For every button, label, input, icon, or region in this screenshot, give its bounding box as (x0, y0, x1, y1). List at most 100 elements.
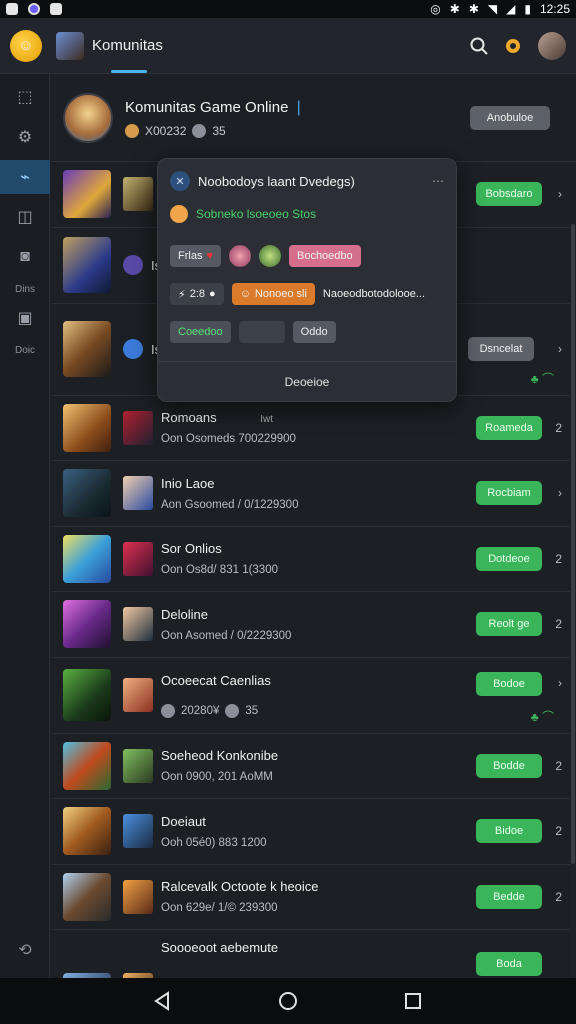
list-item[interactable]: Inio Laoe Aon Gsoomed / 0/1229300 Rocbia… (51, 461, 576, 527)
list-item[interactable]: Ralcevalk Octoote k heoice Oon 629e/ 1/©… (51, 865, 576, 930)
row-subtitle: Aon Gsoomed / 0/1229300 (161, 498, 299, 511)
gamepad-icon: ◫ (17, 209, 33, 226)
tag-chip-1[interactable]: Frlas ♥ (170, 245, 221, 267)
app-logo[interactable]: ☺ (10, 29, 42, 62)
popup-button-1[interactable]: Coeedoo (170, 321, 231, 343)
stat-chip-label: 2:8 (189, 288, 206, 300)
notification-icon (6, 3, 18, 15)
back-triangle-icon[interactable] (153, 991, 173, 1011)
search-icon[interactable] (470, 37, 488, 55)
tag-chip-2[interactable]: Bochoedbo (288, 245, 361, 267)
row-title: Romoans (161, 410, 217, 426)
row-action-button[interactable]: Rocbiam (476, 481, 542, 506)
headphones-icon: ◎ (430, 2, 441, 16)
recents-square-icon[interactable] (403, 991, 423, 1011)
sidebar-item-communities[interactable]: ⌁ (0, 160, 50, 194)
toggle-icon: ● (209, 288, 216, 300)
list-item[interactable]: Soooeoot aebemute Boda (51, 930, 576, 978)
sidebar-collapse-icon[interactable]: ⟲ (0, 940, 50, 960)
chevron-right-icon[interactable]: › (558, 486, 562, 500)
app-notification-icon (28, 3, 40, 15)
user-avatar[interactable] (538, 31, 566, 60)
wifi-icon: ◥ (487, 2, 498, 16)
settings-gear-icon[interactable] (504, 37, 522, 55)
stat-chip[interactable]: ⚡ 2:8 ● (170, 283, 224, 305)
bluetooth-icon-2: ✱ (468, 2, 479, 16)
game-thumbnail (63, 170, 111, 219)
tag-chip-label: Frlas (178, 250, 203, 262)
row-subtitle: Oon 629e/ 1/© 239300 (161, 902, 278, 915)
row-subtitle: 20280¥ (181, 704, 220, 717)
stats-icon (161, 703, 175, 718)
popup-footer-button[interactable]: Deoeioe (158, 361, 456, 401)
list-item[interactable]: Deloline Oon Asomed / 0/2229300 Reolt ge… (51, 592, 576, 658)
header-action-button[interactable]: Anobuloe (470, 105, 550, 130)
game-icon (123, 476, 153, 511)
row-title: Inio Laoe (161, 475, 215, 491)
row-subtitle: Ooh 05é0) 883 1200 (161, 836, 267, 849)
sidebar-item-camera[interactable]: ◙ (0, 240, 50, 274)
home-circle-icon[interactable] (278, 991, 298, 1011)
sidebar-text-1[interactable]: Dins (0, 284, 50, 295)
row-action-button[interactable]: Reolt ge (476, 612, 542, 637)
tag-chip-3[interactable]: ☺ Nonoeo sli (231, 283, 315, 305)
game-icon (123, 814, 153, 849)
game-thumbnail (63, 807, 111, 856)
popup-empty-slot[interactable] (238, 321, 285, 343)
popup-button-2[interactable]: Oddo (292, 321, 336, 343)
chevron-right-icon[interactable]: › (558, 676, 562, 690)
more-options-icon[interactable]: ⋯ (432, 174, 444, 188)
row-title-extra: Iwt (260, 414, 274, 426)
camera-icon: ◙ (20, 248, 30, 265)
link-icon: ⌁ (20, 169, 30, 186)
emoji-face-icon-2[interactable] (258, 245, 281, 267)
row-action-button[interactable]: Roameda (476, 415, 542, 440)
verified-icon: ❘ (292, 98, 305, 116)
row-action-button[interactable]: Dotdeoe (476, 546, 542, 571)
system-nav-bar (0, 978, 576, 1024)
bluetooth-icon: ✱ (449, 2, 460, 16)
row-action-button[interactable]: Dsncelat (468, 337, 534, 361)
row-action-button[interactable]: Bodoe (476, 671, 542, 696)
emoji-face-icon[interactable] (228, 245, 251, 267)
row-action-button[interactable]: Bidoe (476, 819, 542, 844)
battery-icon: ▮ (524, 2, 531, 16)
game-thumbnail (63, 237, 111, 293)
list-item[interactable]: Soeheod Konkonibe Oon 0900, 201 AoMM Bod… (51, 734, 576, 799)
bolt-icon: ⚡ (178, 288, 186, 301)
list-item[interactable]: Romoans Iwt Oon Osomeds 700229900 Roamed… (51, 396, 576, 461)
close-x-icon[interactable]: ✕ (170, 171, 190, 191)
tag-chip-3-label: Nonoeo sli (254, 288, 307, 300)
game-icon (123, 255, 143, 275)
sidebar-item-home[interactable]: ⬚ (0, 80, 50, 114)
chevron-right-icon[interactable]: › (558, 187, 562, 201)
sidebar-item-games[interactable]: ◫ (0, 200, 50, 234)
sidebar-item-settings[interactable]: ⚙ (0, 120, 50, 154)
popup-title: Noobodoys laant Dvedegs) (198, 173, 355, 189)
smile-icon: ☺ (239, 288, 251, 300)
game-icon (123, 748, 153, 783)
list-item[interactable]: Sor Onlios Oon Os8d/ 831 1(3300 Dotdeoe … (51, 527, 576, 592)
info-icon (225, 703, 240, 718)
row-action-button[interactable]: Bobsdaro (476, 182, 542, 207)
row-count: 2 (555, 551, 562, 566)
row-action-button[interactable]: Bedde (476, 884, 542, 909)
sidebar-item-store[interactable]: ▣ (0, 301, 50, 335)
game-icon (123, 339, 143, 359)
row-count: 2 (555, 824, 562, 839)
community-avatar[interactable] (56, 31, 84, 60)
sidebar-text-2[interactable]: Doic (0, 345, 50, 356)
list-item[interactable]: Ocoeecat Caenlias 20280¥ 35 Bodoe › ♣ ⌒ (51, 658, 576, 734)
chevron-right-icon[interactable]: › (558, 342, 562, 356)
member-count: X00232 (145, 123, 187, 138)
game-icon (123, 541, 153, 576)
sidebar: ⬚ ⚙ ⌁ ◫ ◙ Dins ▣ Doic ⟲ (0, 74, 50, 978)
row-action-button[interactable]: Bodde (476, 753, 542, 778)
row-count: 2 (555, 889, 562, 904)
row-action-button[interactable]: Boda (476, 952, 542, 976)
clover-icon: ♣ ⌒ (530, 709, 554, 724)
scrollbar-thumb[interactable] (571, 224, 575, 864)
row-title: Deloline (161, 606, 208, 622)
list-item[interactable]: Doeiaut Ooh 05é0) 883 1200 Bidoe 2 (51, 799, 576, 865)
row-title: Sor Onlios (161, 541, 222, 557)
